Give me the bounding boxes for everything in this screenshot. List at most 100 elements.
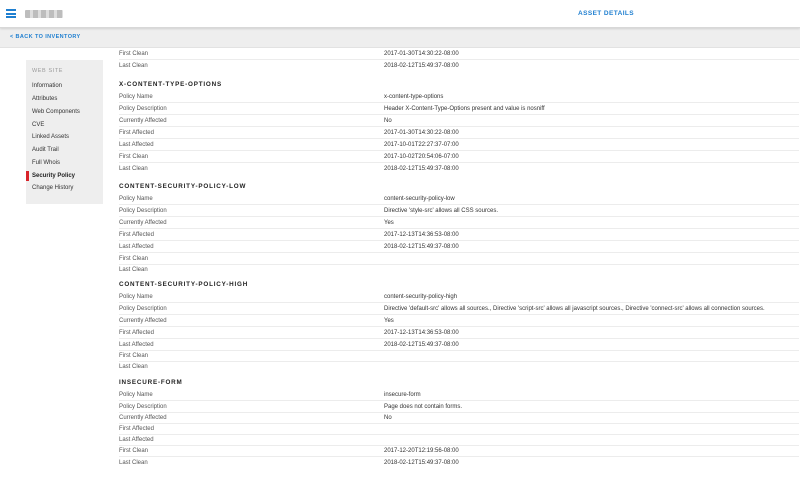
- sidebar: WEB SITE Information Attributes Web Comp…: [26, 60, 103, 204]
- menu-icon[interactable]: [6, 9, 16, 18]
- row-value: Page does not contain forms.: [384, 404, 463, 410]
- row-value: 2017-10-01T22:27:37-07:00: [384, 142, 459, 148]
- row-divider: [119, 204, 799, 205]
- row-label: Last Affected: [119, 142, 154, 148]
- row-divider: [119, 350, 799, 351]
- row-divider: [119, 434, 799, 435]
- row-value: 2017-12-13T14:36:53-08:00: [384, 232, 459, 238]
- row-label: Policy Description: [119, 106, 167, 112]
- row-value: 2017-12-13T14:36:53-08:00: [384, 330, 459, 336]
- row-label: Last Clean: [119, 166, 148, 172]
- row-divider: [119, 59, 799, 60]
- row-divider: [119, 114, 799, 115]
- row-value: content-security-policy-high: [384, 294, 458, 300]
- row-label: First Clean: [119, 448, 149, 454]
- row-divider: [119, 400, 799, 401]
- row-divider: [119, 228, 799, 229]
- row-value: 2017-12-20T12:19:56-08:00: [384, 448, 459, 454]
- row-divider: [119, 138, 799, 139]
- row-label: Last Clean: [119, 460, 148, 466]
- row-divider: [119, 412, 799, 413]
- row-value: No: [384, 415, 392, 421]
- row-value: Header X-Content-Type-Options present an…: [384, 106, 545, 112]
- sidebar-item-security-policy[interactable]: Security Policy: [32, 173, 75, 179]
- row-label: Policy Name: [119, 196, 153, 202]
- sidebar-item-change-history[interactable]: Change History: [32, 185, 73, 191]
- active-indicator: [26, 171, 29, 181]
- row-label: Policy Description: [119, 208, 167, 214]
- row-label: First Clean: [119, 154, 149, 160]
- row-label: Policy Name: [119, 94, 153, 100]
- back-to-inventory-link[interactable]: < BACK TO INVENTORY: [10, 34, 81, 40]
- section-title: CONTENT-SECURITY-POLICY-LOW: [119, 183, 247, 190]
- sidebar-item-web-components[interactable]: Web Components: [32, 109, 80, 115]
- row-label: First Affected: [119, 130, 154, 136]
- row-divider: [119, 264, 799, 265]
- row-label: Policy Description: [119, 404, 167, 410]
- sidebar-item-linked-assets[interactable]: Linked Assets: [32, 134, 69, 140]
- row-label: Last Affected: [119, 244, 154, 250]
- row-value: Yes: [384, 318, 394, 324]
- section-title: X-CONTENT-TYPE-OPTIONS: [119, 81, 222, 88]
- row-label: Currently Affected: [119, 220, 167, 226]
- row-divider: [119, 216, 799, 217]
- row-label: Policy Name: [119, 392, 153, 398]
- row-value: Directive 'style-src' allows all CSS sou…: [384, 208, 498, 214]
- row-divider: [119, 162, 799, 163]
- row-value: insecure-form: [384, 392, 421, 398]
- row-value: 2018-02-12T15:49:37-08:00: [384, 342, 459, 348]
- asset-details-title: ASSET DETAILS: [578, 10, 635, 17]
- row-divider: [119, 338, 799, 339]
- sidebar-item-attributes[interactable]: Attributes: [32, 96, 57, 102]
- blurred-logo: [25, 10, 63, 18]
- row-divider: [119, 240, 799, 241]
- row-value: Yes: [384, 220, 394, 226]
- row-label: Policy Description: [119, 306, 167, 312]
- row-value: 2017-01-30T14:30:22-08:00: [384, 130, 459, 136]
- row-label: Currently Affected: [119, 118, 167, 124]
- sidebar-item-information[interactable]: Information: [32, 83, 62, 89]
- row-label: First Affected: [119, 426, 154, 432]
- row-value: 2017-10-02T20:54:06-07:00: [384, 154, 459, 160]
- row-label: Policy Name: [119, 294, 153, 300]
- row-value: 2018-02-12T15:49:37-08:00: [384, 166, 459, 172]
- top-navigation-bar: ASSET DETAILS: [0, 0, 800, 28]
- row-label: Last Affected: [119, 437, 154, 443]
- row-label: Last Clean: [119, 267, 148, 273]
- row-value: 2018-02-12T15:49:37-08:00: [384, 460, 459, 466]
- sidebar-item-full-whois[interactable]: Full Whois: [32, 160, 60, 166]
- policy-content: First Clean 2017-01-30T14:30:22-08:00 La…: [0, 0, 800, 480]
- row-value: 2017-01-30T14:30:22-08:00: [384, 51, 459, 57]
- row-divider: [119, 445, 799, 446]
- sidebar-heading: WEB SITE: [32, 68, 64, 74]
- row-label: Last Affected: [119, 342, 154, 348]
- row-divider: [119, 252, 799, 253]
- row-value: No: [384, 118, 392, 124]
- row-value: content-security-policy-low: [384, 196, 455, 202]
- row-divider: [119, 302, 799, 303]
- row-divider: [119, 314, 799, 315]
- row-label: Last Clean: [119, 364, 148, 370]
- row-divider: [119, 361, 799, 362]
- row-label: First Clean: [119, 353, 149, 359]
- row-value: 2018-02-12T15:49:37-08:00: [384, 244, 459, 250]
- row-value: 2018-02-12T15:49:37-08:00: [384, 63, 459, 69]
- row-label: First Clean: [119, 256, 149, 262]
- row-label: First Affected: [119, 330, 154, 336]
- row-value: Directive 'default-src' allows all sourc…: [384, 306, 765, 312]
- section-title: INSECURE-FORM: [119, 379, 183, 386]
- row-divider: [119, 456, 799, 457]
- row-divider: [119, 423, 799, 424]
- breadcrumb-bar: < BACK TO INVENTORY: [0, 28, 800, 48]
- row-divider: [119, 150, 799, 151]
- row-value: x-content-type-options: [384, 94, 444, 100]
- sidebar-item-cve[interactable]: CVE: [32, 122, 44, 128]
- row-divider: [119, 126, 799, 127]
- row-divider: [119, 326, 799, 327]
- row-label: Last Clean: [119, 63, 148, 69]
- row-label: Currently Affected: [119, 318, 167, 324]
- row-divider: [119, 102, 799, 103]
- row-label: First Affected: [119, 232, 154, 238]
- sidebar-item-audit-trail[interactable]: Audit Trail: [32, 147, 59, 153]
- row-label: First Clean: [119, 51, 149, 57]
